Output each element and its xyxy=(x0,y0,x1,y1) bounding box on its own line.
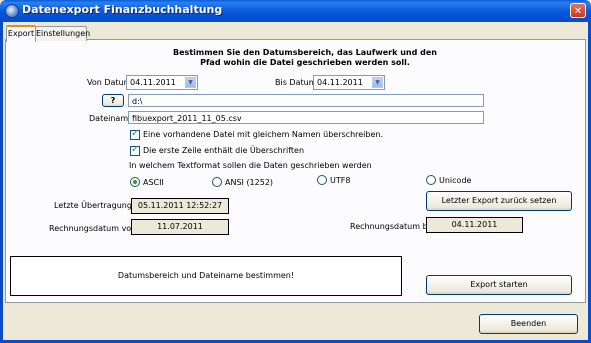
intro-line-1: Bestimmen Sie den Datumsbereich, das Lau… xyxy=(173,48,437,57)
format-utf8-label[interactable]: UTF8 xyxy=(330,176,350,185)
format-ansi-radio[interactable] xyxy=(212,177,222,187)
bis-datum-label: Bis Datum xyxy=(275,78,317,87)
chevron-down-icon[interactable]: ▼ xyxy=(185,77,196,88)
overwrite-checkbox[interactable] xyxy=(130,128,140,140)
intro-line-2: Pfad wohin die Datei geschrieben werden … xyxy=(200,58,410,67)
close-icon: ✕ xyxy=(573,6,583,17)
intro-text: Bestimmen Sie den Datumsbereich, das Lau… xyxy=(120,48,490,68)
reset-export-button[interactable]: Letzter Export zurück setzen xyxy=(426,191,572,211)
format-ansi-label[interactable]: ANSI (1252) xyxy=(225,178,273,187)
von-datum-picker[interactable]: 04.11.2011 ▼ xyxy=(126,75,198,90)
letzte-uebertragung-label: Letzte Übertragung xyxy=(54,201,132,210)
chevron-down-icon[interactable]: ▼ xyxy=(372,77,383,88)
window-border-left xyxy=(0,22,3,343)
tab-export[interactable]: Export xyxy=(6,25,36,42)
von-datum-value: 04.11.2011 xyxy=(130,78,176,87)
bis-datum-value: 04.11.2011 xyxy=(317,78,363,87)
rechnungsdatum-bis-label: Rechnungsdatum bis xyxy=(350,222,435,231)
beenden-button[interactable]: Beenden xyxy=(479,314,578,334)
window-title: Datenexport Finanzbuchhaltung xyxy=(22,3,223,16)
letzte-uebertragung-value: 05.11.2011 12:52:27 xyxy=(131,198,229,214)
tab-einstellungen[interactable]: Einstellungen xyxy=(35,26,90,41)
app-icon xyxy=(5,4,19,18)
format-prompt: In welchem Textformat sollen die Daten g… xyxy=(129,161,372,170)
overwrite-label[interactable]: Eine vorhandene Datei mit gleichem Namen… xyxy=(143,130,383,139)
dateiname-label: Dateiname xyxy=(89,114,134,123)
status-message: Datumsbereich und Dateiname bestimmen! xyxy=(10,256,402,296)
export-start-button[interactable]: Export starten xyxy=(426,275,572,295)
rechnungsdatum-bis-value: 04.11.2011 xyxy=(426,217,523,233)
format-unicode-radio[interactable] xyxy=(426,175,436,185)
path-input[interactable]: d:\ xyxy=(128,94,484,107)
close-window-button[interactable]: ✕ xyxy=(570,3,586,18)
header-row-checkbox[interactable] xyxy=(130,144,140,156)
rechnungsdatum-von-value: 11.07.2011 xyxy=(131,219,229,235)
browse-path-button[interactable]: ? xyxy=(102,94,124,107)
von-datum-label: Von Datum xyxy=(87,78,132,87)
dateiname-input[interactable]: fibuexport_2011_11_05.csv xyxy=(128,111,484,124)
format-unicode-label[interactable]: Unicode xyxy=(439,176,471,185)
rechnungsdatum-von-label: Rechnungsdatum von xyxy=(49,224,137,233)
bis-datum-picker[interactable]: 04.11.2011 ▼ xyxy=(313,75,385,90)
header-row-label[interactable]: Die erste Zeile enthält die Überschrifte… xyxy=(143,146,304,155)
format-ascii-label[interactable]: ASCII xyxy=(143,178,164,187)
format-utf8-radio[interactable] xyxy=(317,175,327,185)
format-ascii-radio[interactable] xyxy=(130,177,140,187)
